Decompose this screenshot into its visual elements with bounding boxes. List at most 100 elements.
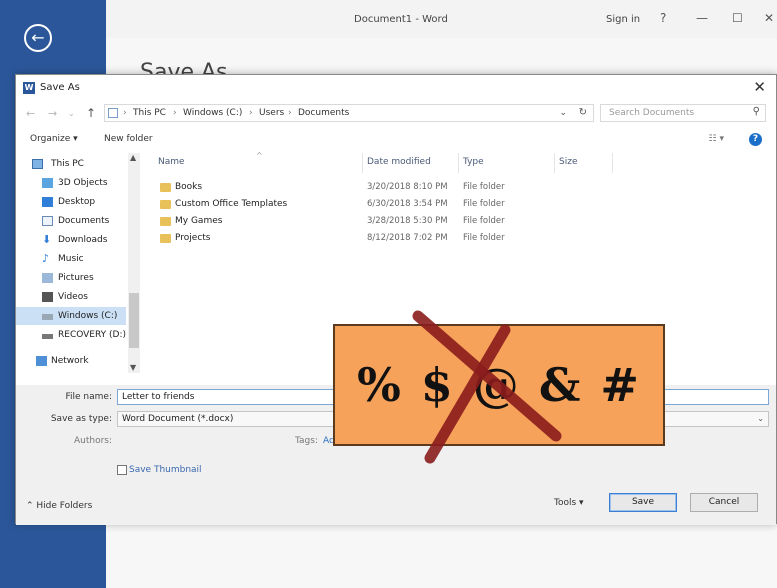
nav-item-this-pc[interactable]: This PC	[16, 155, 126, 173]
save-as-dialog: W Save As ✕ ← → ⌄ ↑ › This PC › Windows …	[15, 74, 777, 525]
maximize-icon[interactable]: ☐	[732, 11, 743, 25]
file-row-custom-office-templates[interactable]: Custom Office Templates 6/30/2018 3:54 P…	[144, 196, 614, 213]
save-thumbnail-checkbox[interactable]	[117, 465, 127, 475]
hide-folders-label: Hide Folders	[36, 501, 93, 511]
nav-item-windows-c[interactable]: Windows (C:)	[16, 307, 126, 325]
file-date: 6/30/2018 3:54 PM	[367, 199, 448, 209]
nav-label: RECOVERY (D:)	[58, 330, 127, 340]
file-date: 3/20/2018 8:10 PM	[367, 182, 448, 192]
drive-icon	[42, 334, 53, 339]
forbidden-characters-graphic: % $ @ & #	[333, 324, 665, 446]
folder-icon	[160, 217, 171, 226]
search-placeholder: Search Documents	[609, 108, 695, 118]
help-icon[interactable]: ?	[660, 11, 666, 25]
column-size[interactable]: Size	[559, 157, 577, 167]
scroll-up-icon[interactable]: ▲	[130, 153, 136, 162]
file-type: File folder	[463, 216, 505, 226]
nav-item-3d-objects[interactable]: 3D Objects	[16, 174, 126, 192]
back-arrow-icon[interactable]: ←	[24, 24, 52, 52]
column-separator	[458, 153, 459, 173]
breadcrumb-users[interactable]: Users	[259, 108, 284, 118]
dialog-close-icon[interactable]: ✕	[753, 78, 766, 96]
music-icon: ♪	[42, 252, 50, 265]
view-options-icon[interactable]: ☷ ▾	[709, 134, 724, 144]
file-name: Projects	[175, 233, 211, 243]
this-pc-icon	[108, 108, 118, 118]
network-icon	[36, 356, 47, 366]
tools-button[interactable]: Tools ▾	[554, 498, 584, 508]
nav-label: Desktop	[58, 197, 96, 207]
sort-caret-icon: ^	[256, 151, 263, 160]
cancel-button[interactable]: Cancel	[690, 493, 758, 512]
close-icon[interactable]: ✕	[764, 11, 774, 25]
breadcrumb-windows-c[interactable]: Windows (C:)	[183, 108, 242, 118]
file-row-books[interactable]: Books 3/20/2018 8:10 PM File folder	[144, 179, 614, 196]
navigation-pane: This PC 3D Objects Desktop Documents ⬇ D…	[16, 153, 141, 378]
breadcrumb-documents[interactable]: Documents	[298, 108, 349, 118]
nav-label: Pictures	[58, 273, 94, 283]
nav-label: Network	[51, 356, 89, 366]
nav-label: Videos	[58, 292, 88, 302]
nav-label: Music	[58, 254, 84, 264]
column-separator	[612, 153, 613, 173]
crumb-sep-icon: ›	[123, 108, 127, 118]
forward-icon[interactable]: →	[48, 107, 57, 120]
organize-button[interactable]: Organize ▾	[30, 134, 78, 144]
column-type[interactable]: Type	[463, 157, 484, 167]
drive-icon	[42, 314, 53, 320]
file-name-label: File name:	[65, 392, 112, 402]
help-icon[interactable]: ?	[749, 133, 762, 146]
column-name[interactable]: Name	[158, 157, 185, 167]
save-as-type-value: Word Document (*.docx)	[122, 414, 234, 424]
refresh-icon[interactable]: ↻	[579, 107, 587, 118]
file-row-projects[interactable]: Projects 8/12/2018 7:02 PM File folder	[144, 230, 614, 247]
back-icon[interactable]: ←	[26, 107, 35, 120]
nav-label: Documents	[58, 216, 110, 226]
file-name: My Games	[175, 216, 223, 226]
chevron-down-icon[interactable]: ⌄	[559, 108, 567, 118]
pictures-icon	[42, 273, 53, 283]
sign-in-link[interactable]: Sign in	[606, 14, 640, 25]
desktop-icon	[42, 197, 53, 207]
file-date: 3/28/2018 5:30 PM	[367, 216, 448, 226]
nav-item-documents[interactable]: Documents	[16, 212, 126, 230]
nav-label: This PC	[51, 159, 84, 169]
hide-folders-button[interactable]: ⌃ Hide Folders	[26, 501, 92, 511]
search-input[interactable]: Search Documents ⚲	[600, 104, 766, 122]
nav-item-downloads[interactable]: ⬇ Downloads	[16, 231, 126, 249]
folder-icon	[160, 234, 171, 243]
search-icon: ⚲	[752, 106, 760, 117]
file-type: File folder	[463, 182, 505, 192]
save-thumbnail-label[interactable]: Save Thumbnail	[129, 465, 202, 475]
file-row-my-games[interactable]: My Games 3/28/2018 5:30 PM File folder	[144, 213, 614, 230]
nav-item-desktop[interactable]: Desktop	[16, 193, 126, 211]
folder-icon	[160, 183, 171, 192]
scroll-down-icon[interactable]: ▼	[130, 363, 136, 372]
recent-locations-icon[interactable]: ⌄	[68, 109, 75, 118]
dialog-title-bar: W Save As ✕	[16, 75, 776, 101]
nav-item-pictures[interactable]: Pictures	[16, 269, 126, 287]
nav-item-videos[interactable]: Videos	[16, 288, 126, 306]
breadcrumb-this-pc[interactable]: This PC	[133, 108, 166, 118]
nav-item-music[interactable]: ♪ Music	[16, 250, 126, 268]
authors-label: Authors:	[73, 436, 112, 446]
nav-item-network[interactable]: Network	[16, 352, 126, 370]
address-bar[interactable]: › This PC › Windows (C:) › Users › Docum…	[104, 104, 594, 122]
download-icon: ⬇	[42, 233, 52, 246]
new-folder-button[interactable]: New folder	[104, 134, 153, 144]
nav-scrollbar[interactable]: ▲ ▼	[128, 153, 140, 373]
up-icon[interactable]: ↑	[86, 106, 96, 120]
save-as-type-label: Save as type:	[50, 414, 112, 424]
scrollbar-thumb[interactable]	[129, 293, 139, 348]
folder-icon	[160, 200, 171, 209]
crumb-sep-icon: ›	[173, 108, 177, 118]
file-date: 8/12/2018 7:02 PM	[367, 233, 448, 243]
nav-item-recovery-d[interactable]: RECOVERY (D:)	[16, 326, 126, 344]
column-separator	[362, 153, 363, 173]
nav-label: Downloads	[58, 235, 108, 245]
nav-label: 3D Objects	[58, 178, 108, 188]
cube-icon	[42, 178, 53, 188]
minimize-icon[interactable]: —	[696, 11, 708, 25]
column-date-modified[interactable]: Date modified	[367, 157, 431, 167]
save-button[interactable]: Save	[609, 493, 677, 512]
